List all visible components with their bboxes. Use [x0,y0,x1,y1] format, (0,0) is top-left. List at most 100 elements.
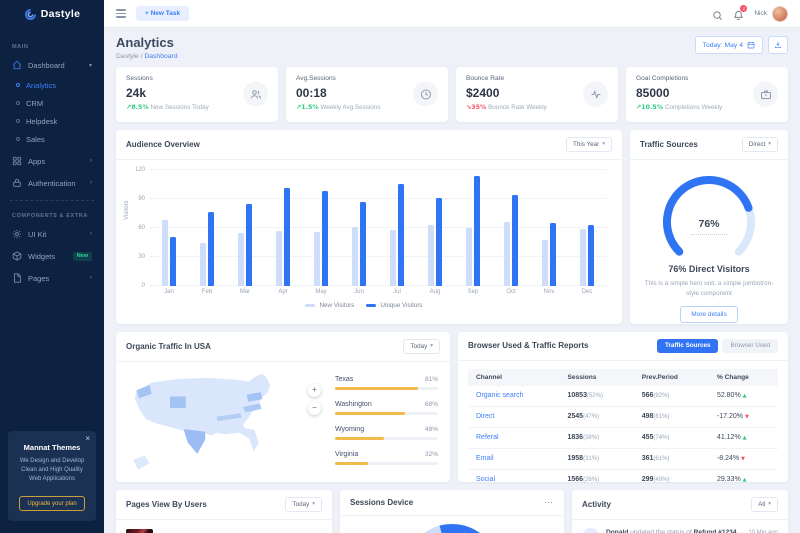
bar-group-jun[interactable] [340,170,378,286]
sidebar-item-analytics[interactable]: Analytics [0,76,104,94]
upgrade-plan-button[interactable]: Upgrade your plan [19,496,84,511]
bar-group-jan[interactable] [150,170,188,286]
new-task-button[interactable]: + New Task [136,6,189,21]
logo-text: Dastyle [41,8,80,20]
more-details-button[interactable]: More details [680,306,737,323]
map-zoom-in-button[interactable]: + [308,384,321,397]
table-row[interactable]: Social 1566(26%) 299(49%) 29.33% ▲ [468,469,778,490]
promo-text: We Design and Develop Clean and High Qua… [16,457,88,485]
trend-down-icon: ▼ [741,456,745,462]
top-bar: + New Task 1 Nick [104,0,800,28]
stat-card-goal-completions[interactable]: Goal Completions 85000 ↗10.5% Completion… [626,67,788,122]
state-list: Texas81% Washington68% Wyoming48% [327,370,440,487]
list-item[interactable]: Dastyle - Admin Dashboard 4.3k [116,520,332,533]
stat-card-bounce-rate[interactable]: Bounce Rate $2400 ↘35% Bounce Rate Weekl… [456,67,618,122]
sidebar-item-dashboard[interactable]: Dashboard ▾ [0,54,104,76]
users-icon [243,82,268,107]
activity-item[interactable]: Donald updated the status of Refund #123… [572,520,788,533]
date-picker-button[interactable]: Today: May 4 [695,36,763,54]
stat-card-sessions[interactable]: Sessions 24k ↗8.5% New Sessions Today [116,67,278,122]
sidebar-item-uikit[interactable]: UI Kit › [0,223,104,245]
more-menu-icon[interactable]: ⋯ [544,497,554,508]
legend-item: Unique Visitors [366,302,422,309]
table-row[interactable]: Direct 2545(47%) 498(81%) -17.20% ▼ [468,406,778,427]
menu-icon[interactable] [116,9,126,18]
bar [162,220,168,286]
progress-bar [335,462,368,465]
state-wyoming [170,396,186,407]
sidebar-item-crm[interactable]: CRM [0,94,104,112]
traffic-table: Channel Sessions Prev.Period % Change Or… [468,369,778,490]
nav-section-main: MAIN [0,38,104,54]
sidebar-item-pages[interactable]: Pages › [0,267,104,289]
bar-group-nov[interactable] [530,170,568,286]
search-icon[interactable] [712,8,723,19]
audience-chart: Visitors 0306090120 JanFebMarAprMayJunJu… [116,160,622,324]
bell-icon[interactable]: 1 [733,8,744,19]
trend-up-icon: ▲ [743,477,747,483]
bar [322,191,328,286]
bar [580,229,586,286]
browser-traffic-card: Browser Used & Traffic Reports Traffic S… [458,332,788,482]
audience-filter-dropdown[interactable]: This Year [566,137,612,152]
legend-item: New Visitors [305,302,354,309]
logo[interactable]: Dastyle [0,0,104,28]
close-icon[interactable]: × [85,434,90,443]
bar-group-dec[interactable] [568,170,606,286]
x-tick-label: Jun [340,289,378,295]
gauge-value [667,180,749,252]
table-row[interactable]: Email 1958(31%) 361(61%) -8.24% ▼ [468,448,778,469]
organic-traffic-card: Organic Traffic In USA Today [116,332,450,482]
tab-traffic-sources[interactable]: Traffic Sources [657,339,719,353]
bar-group-oct[interactable] [492,170,530,286]
bar-group-aug[interactable] [416,170,454,286]
stat-card-avg-sessions[interactable]: Avg.Sessions 00:18 ↗1.5% Weekly Avg.Sess… [286,67,448,122]
bar-group-may[interactable] [302,170,340,286]
bar-group-mar[interactable] [226,170,264,286]
map-zoom-out-button[interactable]: − [308,402,321,415]
bullet-icon [16,137,20,141]
chevron-right-icon: › [90,275,92,281]
organic-filter-dropdown[interactable]: Today [403,339,440,354]
chevron-right-icon: › [90,180,92,186]
bar [276,231,282,286]
promo-card: × Mannat Themes We Design and Develop Cl… [8,431,96,521]
table-row[interactable]: Organic search 10853(52%) 566(92%) 52.80… [468,386,778,407]
divider [10,200,94,201]
sidebar-item-widgets[interactable]: Widgets New [0,245,104,267]
bar [360,202,366,286]
sessions-device-card: Sessions Device ⋯ [340,490,564,533]
chevron-right-icon: › [90,158,92,164]
chevron-down-icon: ▾ [89,62,92,69]
briefcase-icon [753,82,778,107]
progress-bar [335,387,418,390]
sidebar-item-authentication[interactable]: Authentication › [0,172,104,194]
bar [246,204,252,286]
user-menu[interactable]: Nick [754,6,788,22]
bar-group-apr[interactable] [264,170,302,286]
bar-group-feb[interactable] [188,170,226,286]
usa-map[interactable] [126,370,302,487]
y-axis-label: Visitors [124,200,130,220]
device-card-title: Sessions Device [350,498,413,507]
bar-group-sep[interactable] [454,170,492,286]
bar [436,198,442,286]
timestamp: 10 Min ago [748,528,778,533]
audience-overview-card: Audience Overview This Year Visitors 030… [116,130,622,324]
bar [504,222,510,286]
tab-browser-used[interactable]: Browser Used [722,339,778,353]
x-tick-label: Apr [264,289,302,295]
activity-filter-dropdown[interactable]: All [751,497,778,512]
download-button[interactable] [768,36,788,54]
table-row[interactable]: Referal 1836(38%) 455(74%) 41.12% ▲ [468,427,778,448]
sidebar-item-helpdesk[interactable]: Helpdesk [0,112,104,130]
traffic-filter-dropdown[interactable]: Direct [742,137,778,152]
bar [200,243,206,286]
pages-filter-dropdown[interactable]: Today [285,497,322,512]
bar [474,176,480,286]
bar-group-jul[interactable] [378,170,416,286]
list-item: Virginia32% [335,451,438,465]
breadcrumb-current[interactable]: Dashboard [144,53,177,60]
sidebar-item-sales[interactable]: Sales [0,130,104,148]
sidebar-item-apps[interactable]: Apps › [0,150,104,172]
